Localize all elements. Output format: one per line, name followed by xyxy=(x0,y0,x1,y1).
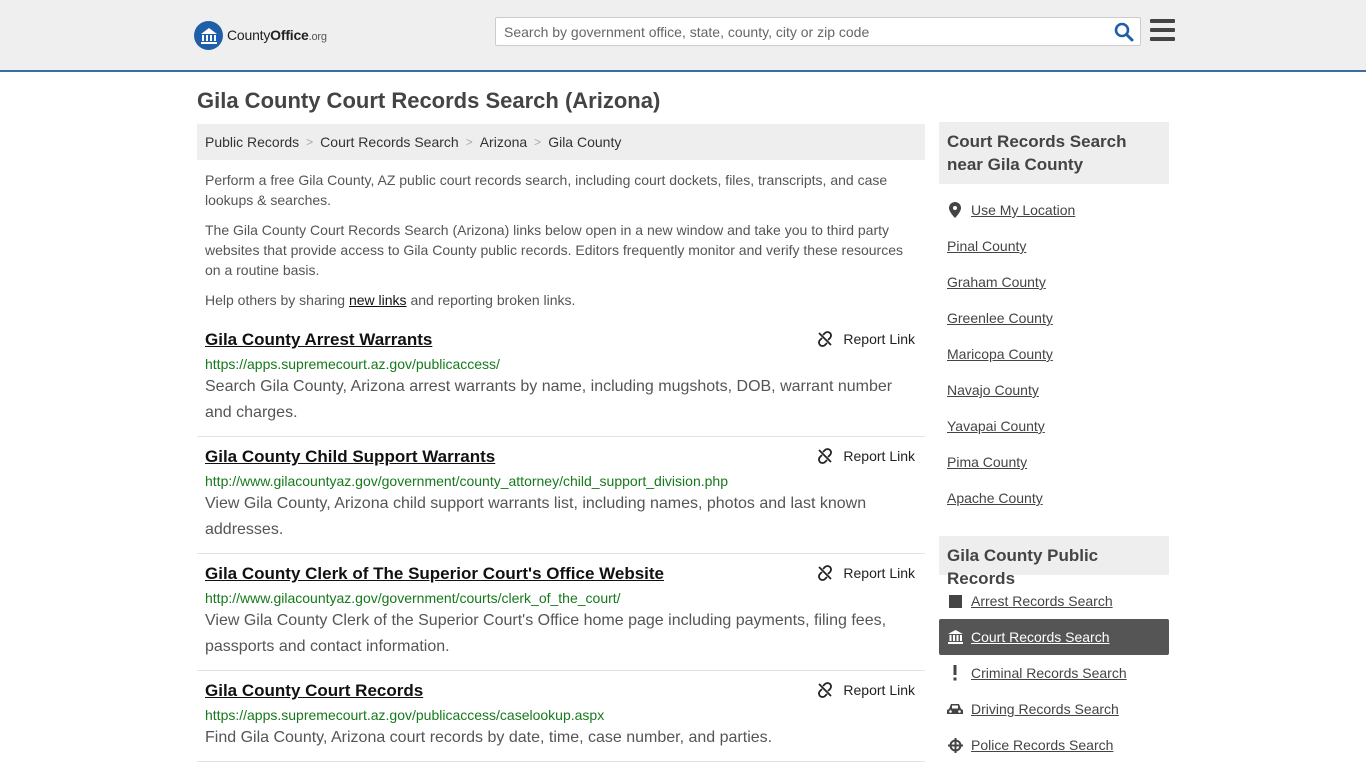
search-button[interactable] xyxy=(1114,22,1134,42)
broken-link-icon xyxy=(818,331,833,347)
record-description: Find Gila County, Arizona court records … xyxy=(205,729,773,746)
new-links-link[interactable]: new links xyxy=(349,292,407,308)
chevron-right-icon: > xyxy=(306,135,314,149)
search-input[interactable] xyxy=(496,18,1096,45)
nearby-county-link[interactable]: Apache County xyxy=(947,490,1043,506)
search-bar xyxy=(495,17,1141,46)
nearby-county-item[interactable]: Navajo County xyxy=(939,372,1169,408)
square-icon xyxy=(947,594,963,608)
broken-link-icon xyxy=(818,448,833,464)
search-icon xyxy=(1114,22,1134,42)
courthouse-icon xyxy=(947,630,963,644)
public-records-list: Arrest Records Search Court Records Sear… xyxy=(939,583,1169,763)
use-my-location-link[interactable]: Use My Location xyxy=(971,202,1075,218)
breadcrumb-gila-county[interactable]: Gila County xyxy=(548,134,621,150)
records-list: Gila County Arrest Warrants Report Link … xyxy=(197,320,925,762)
nearby-county-link[interactable]: Yavapai County xyxy=(947,418,1045,434)
record-item: Gila County Child Support Warrants Repor… xyxy=(197,437,925,554)
record-url: https://apps.supremecourt.az.gov/publica… xyxy=(205,356,500,372)
police-records-link[interactable]: Police Records Search xyxy=(971,737,1113,753)
nearby-heading: Court Records Search near Gila County xyxy=(939,122,1169,184)
nearby-county-item[interactable]: Pima County xyxy=(939,444,1169,480)
logo-wordmark: CountyOffice.org xyxy=(227,27,327,43)
nearby-county-link[interactable]: Maricopa County xyxy=(947,346,1053,362)
broken-link-icon xyxy=(818,565,833,581)
breadcrumb: Public Records > Court Records Search > … xyxy=(197,124,925,160)
nearby-county-link[interactable]: Greenlee County xyxy=(947,310,1053,326)
public-record-item-active[interactable]: Court Records Search xyxy=(939,619,1169,655)
record-description: View Gila County Clerk of the Superior C… xyxy=(205,612,887,655)
nearby-county-link[interactable]: Graham County xyxy=(947,274,1046,290)
record-item: Gila County Arrest Warrants Report Link … xyxy=(197,320,925,437)
public-record-item[interactable]: Criminal Records Search xyxy=(939,655,1169,691)
chevron-right-icon: > xyxy=(465,135,473,149)
intro-paragraph: The Gila County Court Records Search (Ar… xyxy=(205,222,903,278)
record-title-link[interactable]: Gila County Arrest Warrants xyxy=(205,330,432,350)
intro-paragraph: Perform a free Gila County, AZ public co… xyxy=(205,172,888,208)
nearby-county-item[interactable]: Apache County xyxy=(939,480,1169,516)
breadcrumb-public-records[interactable]: Public Records xyxy=(205,134,299,150)
page-title: Gila County Court Records Search (Arizon… xyxy=(197,88,661,113)
nearby-county-link[interactable]: Pinal County xyxy=(947,238,1026,254)
capitol-icon xyxy=(194,20,223,50)
broken-link-icon xyxy=(818,682,833,698)
help-paragraph: Help others by sharing new links and rep… xyxy=(205,292,576,308)
nearby-county-item[interactable]: Pinal County xyxy=(939,228,1169,264)
use-my-location-item[interactable]: Use My Location xyxy=(939,192,1169,228)
intro-text: Perform a free Gila County, AZ public co… xyxy=(205,170,917,320)
record-description: Search Gila County, Arizona arrest warra… xyxy=(205,378,893,421)
criminal-records-link[interactable]: Criminal Records Search xyxy=(971,665,1127,681)
site-logo[interactable]: CountyOffice.org xyxy=(194,20,327,50)
record-url: https://apps.supremecourt.az.gov/publica… xyxy=(205,707,605,723)
record-item: Gila County Clerk of The Superior Court'… xyxy=(197,554,925,671)
breadcrumb-arizona[interactable]: Arizona xyxy=(480,134,527,150)
report-link-button[interactable]: Report Link xyxy=(817,565,915,581)
record-title-link[interactable]: Gila County Court Records xyxy=(205,681,423,701)
crosshair-icon xyxy=(947,737,963,753)
nearby-county-link[interactable]: Navajo County xyxy=(947,382,1039,398)
nearby-list: Use My Location Pinal County Graham Coun… xyxy=(939,192,1169,516)
driving-records-link[interactable]: Driving Records Search xyxy=(971,701,1119,717)
court-records-link[interactable]: Court Records Search xyxy=(971,629,1110,645)
record-url: http://www.gilacountyaz.gov/government/c… xyxy=(205,590,621,606)
site-header: CountyOffice.org xyxy=(0,0,1366,72)
public-records-heading: Gila County Public Records xyxy=(939,536,1169,588)
nearby-county-link[interactable]: Pima County xyxy=(947,454,1027,470)
public-record-item[interactable]: Driving Records Search xyxy=(939,691,1169,727)
report-link-button[interactable]: Report Link xyxy=(817,331,915,347)
chevron-right-icon: > xyxy=(534,135,542,149)
public-record-item[interactable]: Police Records Search xyxy=(939,727,1169,763)
report-link-button[interactable]: Report Link xyxy=(817,448,915,464)
nearby-county-item[interactable]: Greenlee County xyxy=(939,300,1169,336)
report-link-button[interactable]: Report Link xyxy=(817,682,915,698)
nearby-county-item[interactable]: Maricopa County xyxy=(939,336,1169,372)
record-title-link[interactable]: Gila County Child Support Warrants xyxy=(205,447,495,467)
public-record-item[interactable]: Arrest Records Search xyxy=(939,583,1169,619)
record-item: Gila County Court Records Report Link ht… xyxy=(197,671,925,762)
record-title-link[interactable]: Gila County Clerk of The Superior Court'… xyxy=(205,564,664,584)
exclamation-icon xyxy=(947,665,963,681)
breadcrumb-court-records-search[interactable]: Court Records Search xyxy=(320,134,459,150)
hamburger-menu-icon[interactable] xyxy=(1150,19,1175,41)
nearby-county-item[interactable]: Graham County xyxy=(939,264,1169,300)
car-icon xyxy=(947,703,963,715)
record-url: http://www.gilacountyaz.gov/government/c… xyxy=(205,473,728,489)
nearby-county-item[interactable]: Yavapai County xyxy=(939,408,1169,444)
map-pin-icon xyxy=(947,202,963,218)
arrest-records-link[interactable]: Arrest Records Search xyxy=(971,593,1113,609)
record-description: View Gila County, Arizona child support … xyxy=(205,495,867,538)
